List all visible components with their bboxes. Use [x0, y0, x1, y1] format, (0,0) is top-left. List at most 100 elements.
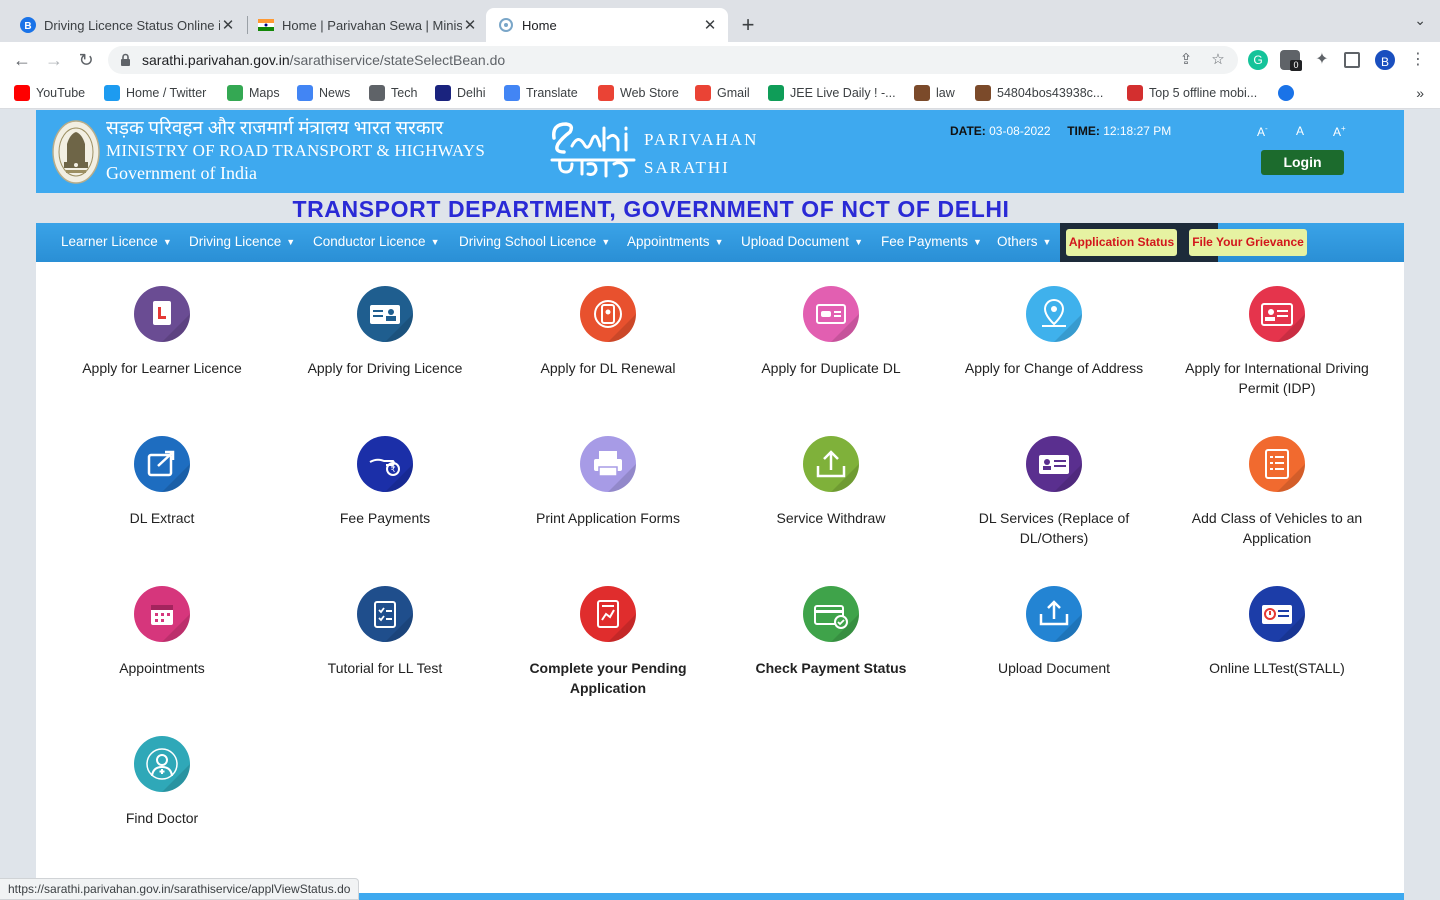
service-label[interactable]: Appointments: [57, 658, 267, 678]
bookmark-item[interactable]: YouTube: [14, 85, 85, 101]
service-tile[interactable]: Add Class of Vehicles to an Application: [1172, 436, 1382, 548]
bookmark-item[interactable]: Home / Twitter: [104, 85, 206, 101]
bookmark-item[interactable]: Maps: [227, 85, 280, 101]
service-label[interactable]: Fee Payments: [280, 508, 490, 528]
service-tile[interactable]: Appointments: [57, 586, 267, 678]
duplicate-dl-icon[interactable]: [803, 286, 859, 342]
bookmark-item[interactable]: News: [297, 85, 350, 101]
nav-item-fee-payments[interactable]: Fee Payments ▼: [881, 234, 982, 249]
service-label[interactable]: Complete your Pending Application: [503, 658, 713, 698]
nav-item-appointments[interactable]: Appointments ▼: [627, 234, 723, 249]
dl-extract-icon[interactable]: [134, 436, 190, 492]
add-class-icon[interactable]: [1249, 436, 1305, 492]
printer-icon[interactable]: [580, 436, 636, 492]
pending-application-icon[interactable]: [580, 586, 636, 642]
dl-renewal-icon[interactable]: [580, 286, 636, 342]
change-address-icon[interactable]: [1026, 286, 1082, 342]
service-tile[interactable]: ₹ Fee Payments: [280, 436, 490, 528]
service-label[interactable]: Apply for Learner Licence: [57, 358, 267, 378]
service-label[interactable]: Check Payment Status: [726, 658, 936, 678]
new-tab-button[interactable]: +: [737, 12, 759, 38]
fee-payment-icon[interactable]: ₹: [357, 436, 413, 492]
bookmark-item[interactable]: Gmail: [695, 85, 750, 101]
doctor-icon[interactable]: [134, 736, 190, 792]
tutorial-icon[interactable]: [357, 586, 413, 642]
address-bar[interactable]: sarathi.parivahan.gov.in/sarathiservice/…: [108, 46, 1238, 74]
bookmark-item[interactable]: JEE Live Daily ! -...: [768, 85, 896, 101]
service-label[interactable]: Upload Document: [949, 658, 1159, 678]
tab-parivahan-sewa[interactable]: Home | Parivahan Sewa | Minist ✕: [238, 8, 488, 42]
service-tile[interactable]: Online LLTest(STALL): [1172, 586, 1382, 678]
reload-button[interactable]: ↻: [74, 48, 98, 72]
service-label[interactable]: Online LLTest(STALL): [1172, 658, 1382, 678]
service-label[interactable]: DL Services (Replace of DL/Others): [949, 508, 1159, 548]
calendar-icon[interactable]: [134, 586, 190, 642]
font-normal-button[interactable]: A: [1296, 124, 1304, 138]
bookmark-item[interactable]: Translate: [504, 85, 578, 101]
withdraw-icon[interactable]: [803, 436, 859, 492]
service-label[interactable]: Service Withdraw: [726, 508, 936, 528]
online-test-icon[interactable]: [1249, 586, 1305, 642]
bookmark-item[interactable]: Web Store: [598, 85, 679, 101]
nav-item-upload-document[interactable]: Upload Document ▼: [741, 234, 863, 249]
nav-item-conductor-licence[interactable]: Conductor Licence ▼: [313, 234, 440, 249]
nav-item-others[interactable]: Others ▼: [997, 234, 1051, 249]
tab-driving-licence-status[interactable]: B Driving Licence Status Online i ✕: [0, 8, 246, 42]
puzzle-icon[interactable]: ✦: [1312, 50, 1332, 70]
service-tile[interactable]: Service Withdraw: [726, 436, 936, 528]
payment-status-icon[interactable]: [803, 586, 859, 642]
service-tile[interactable]: Apply for Duplicate DL: [726, 286, 936, 378]
font-decrease-button[interactable]: A-: [1257, 124, 1268, 139]
service-tile[interactable]: Apply for Change of Address: [949, 286, 1159, 378]
service-label[interactable]: Apply for International Driving Permit (…: [1172, 358, 1382, 398]
service-tile[interactable]: Find Doctor: [57, 736, 267, 828]
font-increase-button[interactable]: A+: [1333, 124, 1346, 139]
learner-licence-icon[interactable]: [134, 286, 190, 342]
service-label[interactable]: Add Class of Vehicles to an Application: [1172, 508, 1382, 548]
service-label[interactable]: Print Application Forms: [503, 508, 713, 528]
service-tile[interactable]: Apply for Driving Licence: [280, 286, 490, 378]
driving-licence-icon[interactable]: [357, 286, 413, 342]
service-tile[interactable]: Print Application Forms: [503, 436, 713, 528]
nav-item-learner-licence[interactable]: Learner Licence ▼: [61, 234, 172, 249]
application-status-button[interactable]: Application Status: [1066, 229, 1177, 256]
close-icon[interactable]: ✕: [220, 16, 236, 34]
file-grievance-button[interactable]: File Your Grievance: [1189, 229, 1307, 256]
back-button[interactable]: ←: [10, 48, 34, 72]
forward-button[interactable]: →: [42, 48, 66, 72]
service-tile[interactable]: Complete your Pending Application: [503, 586, 713, 698]
close-icon[interactable]: ✕: [462, 16, 478, 34]
close-icon[interactable]: ✕: [702, 16, 718, 34]
menu-icon[interactable]: ⋮: [1408, 50, 1428, 70]
idp-icon[interactable]: [1249, 286, 1305, 342]
sidebar-icon[interactable]: [1344, 52, 1360, 68]
service-tile[interactable]: Apply for International Driving Permit (…: [1172, 286, 1382, 398]
service-tile[interactable]: Apply for DL Renewal: [503, 286, 713, 378]
service-tile[interactable]: DL Extract: [57, 436, 267, 528]
nav-item-driving-school-licence[interactable]: Driving School Licence ▼: [459, 234, 610, 249]
profile-avatar[interactable]: B: [1375, 50, 1395, 70]
nav-item-driving-licence[interactable]: Driving Licence ▼: [189, 234, 295, 249]
share-icon[interactable]: ⇪: [1177, 51, 1195, 69]
dl-services-icon[interactable]: [1026, 436, 1082, 492]
chevron-down-icon[interactable]: ⌄: [1414, 12, 1426, 29]
bookmark-item[interactable]: 54804bos43938c...: [975, 85, 1103, 101]
service-label[interactable]: Apply for Duplicate DL: [726, 358, 936, 378]
login-button[interactable]: Login: [1261, 150, 1344, 175]
bookmark-item[interactable]: Top 5 offline mobi...: [1127, 85, 1257, 101]
extension-badge-icon[interactable]: 0: [1280, 50, 1302, 71]
service-label[interactable]: Apply for Change of Address: [949, 358, 1159, 378]
service-label[interactable]: Apply for DL Renewal: [503, 358, 713, 378]
service-label[interactable]: DL Extract: [57, 508, 267, 528]
service-label[interactable]: Apply for Driving Licence: [280, 358, 490, 378]
bookmark-item[interactable]: law: [914, 85, 955, 101]
grammarly-icon[interactable]: G: [1248, 50, 1268, 70]
service-tile[interactable]: Apply for Learner Licence: [57, 286, 267, 378]
bookmark-item[interactable]: [1278, 85, 1300, 101]
service-label[interactable]: Tutorial for LL Test: [280, 658, 490, 678]
tab-home[interactable]: Home ✕: [486, 8, 728, 42]
star-icon[interactable]: ☆: [1209, 51, 1227, 69]
service-tile[interactable]: Upload Document: [949, 586, 1159, 678]
bookmark-item[interactable]: Delhi: [435, 85, 486, 101]
service-tile[interactable]: Check Payment Status: [726, 586, 936, 678]
